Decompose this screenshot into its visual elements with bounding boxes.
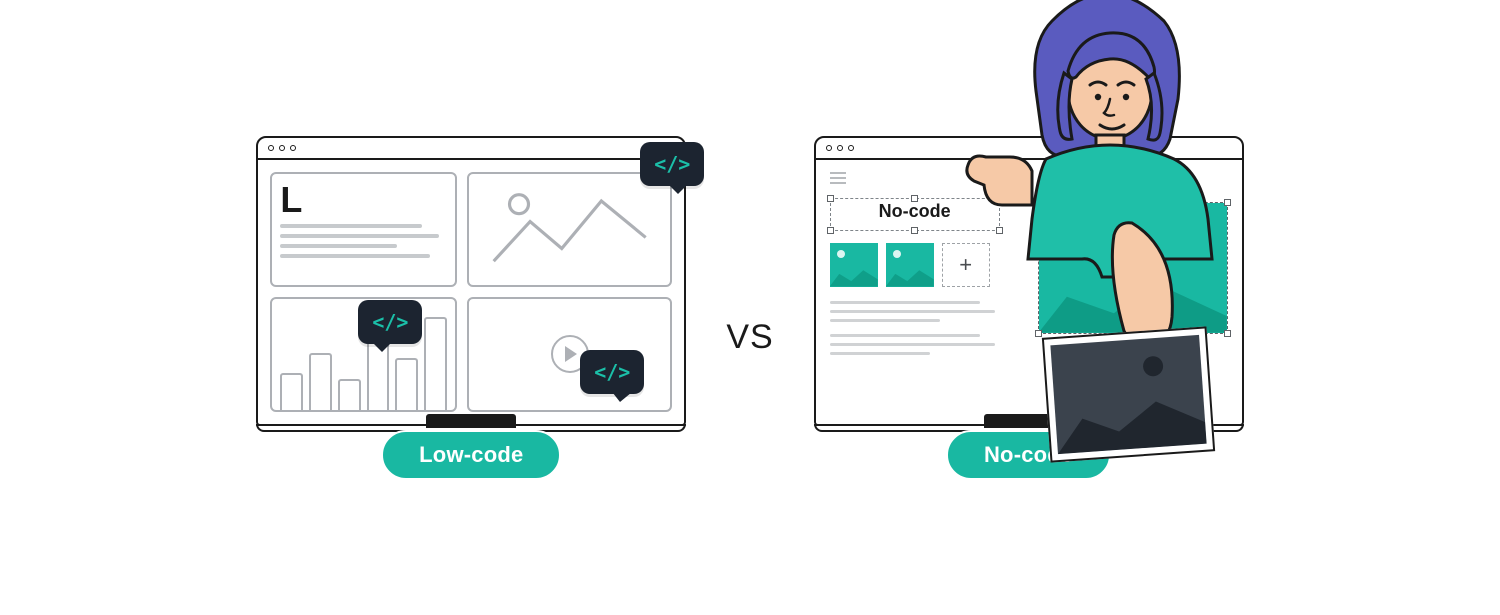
screen-body: L xyxy=(258,160,684,424)
laptop-hinge xyxy=(426,414,516,428)
selected-text-block: No-code xyxy=(830,198,1000,231)
drop-cap: L xyxy=(280,182,447,218)
resize-handle-icon xyxy=(996,227,1003,234)
code-bubble-icon: </> xyxy=(640,142,704,186)
code-bubble-icon: </> xyxy=(358,300,422,344)
add-tile: + xyxy=(942,243,990,287)
image-placeholder-icon xyxy=(1039,203,1227,333)
laptop-right: No-code + xyxy=(814,136,1244,432)
laptop-screen: No-code + xyxy=(814,136,1244,426)
resize-handle-icon xyxy=(827,195,834,202)
no-code-side: No-code + xyxy=(814,136,1244,480)
laptop-screen: L xyxy=(256,136,686,426)
window-dot-icon xyxy=(268,145,274,151)
window-dot-icon xyxy=(848,145,854,151)
resize-handle-icon xyxy=(1224,330,1231,337)
resize-handle-icon xyxy=(1035,330,1042,337)
low-code-label: Low-code xyxy=(381,430,561,480)
laptop-left: L xyxy=(256,136,686,432)
low-code-side: L xyxy=(256,136,686,480)
vs-label: VS xyxy=(726,318,773,357)
code-bubble-icon: </> xyxy=(580,350,644,394)
window-dot-icon xyxy=(826,145,832,151)
line-chart-card xyxy=(467,172,672,287)
editor-text-label: No-code xyxy=(835,201,995,222)
resize-handle-icon xyxy=(1035,199,1042,206)
hamburger-icon xyxy=(830,172,846,187)
resize-handle-icon xyxy=(1224,199,1231,206)
dragged-image xyxy=(1042,326,1215,462)
text-lines-placeholder xyxy=(280,224,447,258)
window-titlebar xyxy=(816,138,1242,160)
selected-image-block xyxy=(1038,202,1228,334)
window-dot-icon xyxy=(837,145,843,151)
screen-body: No-code + xyxy=(816,160,1242,424)
line-chart-icon xyxy=(477,182,662,277)
image-placeholder-icon xyxy=(1050,334,1206,453)
resize-handle-icon xyxy=(911,195,918,202)
resize-handle-icon xyxy=(827,227,834,234)
window-dot-icon xyxy=(290,145,296,151)
window-dot-icon xyxy=(279,145,285,151)
resize-handle-icon xyxy=(911,227,918,234)
resize-handle-icon xyxy=(996,195,1003,202)
image-thumb-icon xyxy=(886,243,934,287)
window-titlebar xyxy=(258,138,684,160)
image-thumb-icon xyxy=(830,243,878,287)
text-card: L xyxy=(270,172,457,287)
